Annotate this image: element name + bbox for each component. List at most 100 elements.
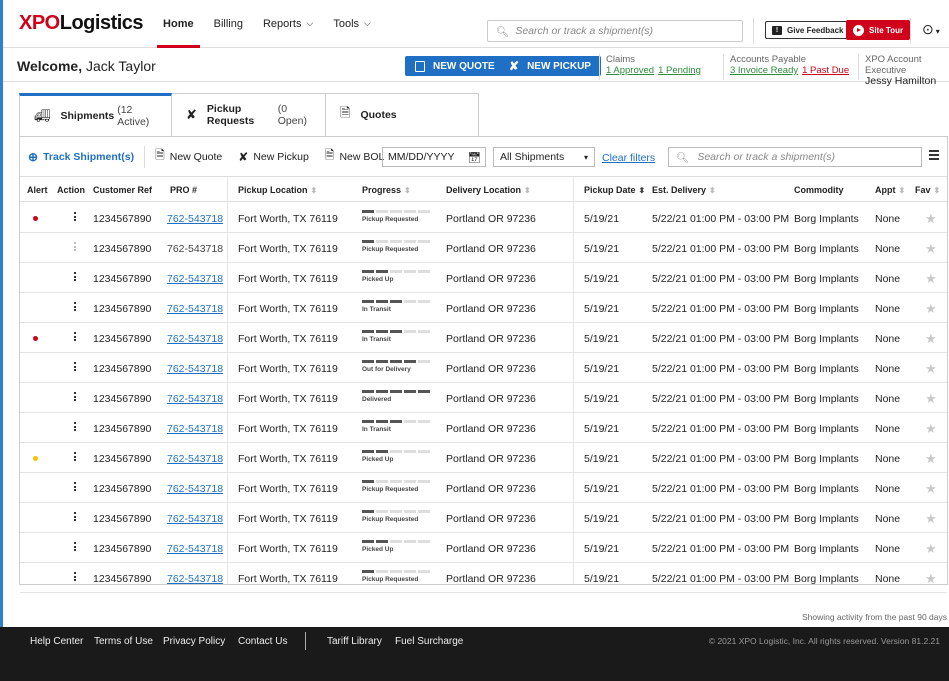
menu-icon[interactable] — [929, 150, 939, 162]
footer-fuel[interactable]: Fuel Surcharge — [395, 636, 463, 647]
footer-privacy[interactable]: Privacy Policy — [163, 636, 225, 647]
user-menu[interactable]: ⊙ ▾ — [922, 21, 940, 38]
shipments-filter-select[interactable]: All Shipments ▾ — [493, 147, 595, 167]
table-row[interactable]: 1234567890 762-543718 Fort Worth, TX 76119… — [20, 293, 947, 323]
kebab-menu-icon[interactable] — [74, 212, 77, 223]
sort-icon[interactable]: ⬍ — [709, 186, 716, 195]
favorite-star-icon[interactable]: ★ — [925, 481, 937, 497]
pro-number[interactable]: 762-543718 — [167, 453, 223, 465]
invoice-ready-link[interactable]: 3 Invoice Ready — [730, 65, 798, 76]
kebab-menu-icon[interactable] — [74, 392, 77, 403]
kebab-menu-icon[interactable] — [74, 452, 77, 463]
new-pickup-link[interactable]: ✘ New Pickup — [238, 150, 309, 164]
nav-billing[interactable]: Billing — [214, 0, 243, 48]
new-quote-button[interactable]: NEW QUOTE — [405, 56, 505, 76]
favorite-star-icon[interactable]: ★ — [925, 541, 937, 557]
kebab-menu-icon[interactable] — [74, 482, 77, 493]
favorite-star-icon[interactable]: ★ — [925, 451, 937, 467]
sort-icon[interactable]: ⬍ — [934, 186, 941, 195]
kebab-menu-icon[interactable] — [74, 542, 77, 553]
table-row[interactable]: 1234567890 762-543718 Fort Worth, TX 76119… — [20, 413, 947, 443]
table-row[interactable]: 1234567890 762-543718 Fort Worth, TX 76119… — [20, 563, 947, 593]
footer-tariff[interactable]: Tariff Library — [327, 636, 382, 647]
footer-help-center[interactable]: Help Center — [30, 636, 83, 647]
favorite-star-icon[interactable]: ★ — [925, 511, 937, 527]
new-pickup-button[interactable]: ✘ NEW PICKUP — [499, 56, 601, 76]
table-row[interactable]: 1234567890 762-543718 Fort Worth, TX 76119… — [20, 263, 947, 293]
tab-shipments[interactable]: 🚚︎ Shipments (12 Active) — [19, 93, 172, 136]
new-bol-link[interactable]: 🗎︎ New BOL — [325, 146, 385, 167]
table-row[interactable]: 1234567890 762-543718 Fort Worth, TX 76119… — [20, 533, 947, 563]
claims-approved-link[interactable]: 1 Approved — [606, 65, 654, 76]
pro-number[interactable]: 762-543718 — [167, 573, 223, 585]
kebab-menu-icon[interactable] — [74, 242, 77, 253]
favorite-star-icon[interactable]: ★ — [925, 301, 937, 317]
pro-number[interactable]: 762-543718 — [167, 513, 223, 525]
favorite-star-icon[interactable]: ★ — [925, 331, 937, 347]
col-progress[interactable]: Progress ⬍ — [362, 185, 411, 195]
new-quote-link[interactable]: 🗎︎ New Quote — [155, 146, 222, 167]
table-row[interactable]: 1234567890 762-543718 Fort Worth, TX 76119… — [20, 353, 947, 383]
favorite-star-icon[interactable]: ★ — [925, 571, 937, 587]
table-row[interactable]: 1234567890 762-543718 Fort Worth, TX 76119… — [20, 473, 947, 503]
kebab-menu-icon[interactable] — [74, 302, 77, 313]
favorite-star-icon[interactable]: ★ — [925, 271, 937, 287]
col-delivery-location[interactable]: Delivery Location ⬍ — [446, 185, 531, 195]
favorite-star-icon[interactable]: ★ — [925, 241, 937, 257]
claims-pending-link[interactable]: 1 Pending — [658, 65, 701, 76]
past-due-link[interactable]: 1 Past Due — [802, 65, 849, 76]
table-search-input[interactable]: 🔍︎ Search or track a shipment(s) — [668, 147, 922, 167]
calendar-icon[interactable]: 📅︎ — [468, 151, 481, 164]
footer-contact[interactable]: Contact Us — [238, 636, 287, 647]
col-est-delivery[interactable]: Est. Delivery ⬍ — [652, 185, 716, 195]
kebab-menu-icon[interactable] — [74, 422, 77, 433]
table-row[interactable]: 1234567890 762-543718 Fort Worth, TX 76119… — [20, 233, 947, 263]
pro-number[interactable]: 762-543718 — [167, 393, 223, 405]
pro-number[interactable]: 762-543718 — [167, 423, 223, 435]
tab-pickup-requests[interactable]: ✘ Pickup Requests (0 Open) — [172, 93, 326, 136]
table-row[interactable]: 1234567890 762-543718 Fort Worth, TX 76119… — [20, 323, 947, 353]
pro-number[interactable]: 762-543718 — [167, 333, 223, 345]
pro-number[interactable]: 762-543718 — [167, 273, 223, 285]
site-tour-button[interactable]: Site Tour — [846, 20, 911, 40]
sort-asc-icon[interactable]: ⬍ — [639, 186, 646, 195]
clear-filters-link[interactable]: Clear filters — [602, 152, 655, 164]
date-input[interactable]: MM/DD/YYYY 📅︎ — [382, 147, 486, 167]
sort-icon[interactable]: ⬍ — [311, 186, 318, 195]
favorite-star-icon[interactable]: ★ — [925, 391, 937, 407]
table-row[interactable]: 1234567890 762-543718 Fort Worth, TX 76119… — [20, 203, 947, 233]
nav-tools[interactable]: Tools ⌵ — [333, 0, 371, 48]
top-search-input[interactable]: 🔍︎ Search or track a shipment(s) — [487, 20, 743, 42]
kebab-menu-icon[interactable] — [74, 512, 77, 523]
table-row[interactable]: 1234567890 762-543718 Fort Worth, TX 76119… — [20, 443, 947, 473]
xpo-logo[interactable]: XPOLogistics — [19, 12, 144, 35]
footer-terms[interactable]: Terms of Use — [94, 636, 153, 647]
pro-number[interactable]: 762-543718 — [167, 543, 223, 555]
pro-number[interactable]: 762-543718 — [167, 213, 223, 225]
pro-number[interactable]: 762-543718 — [167, 363, 223, 375]
sort-icon[interactable]: ⬍ — [524, 186, 531, 195]
pro-number[interactable]: 762-543718 — [167, 303, 223, 315]
nav-reports[interactable]: Reports ⌵ — [263, 0, 313, 48]
col-fav[interactable]: Fav ⬍ — [915, 185, 940, 195]
chevron-down-icon: ▾ — [583, 152, 588, 162]
track-shipments-button[interactable]: ⊕ Track Shipment(s) — [28, 150, 134, 164]
col-pickup-location[interactable]: Pickup Location ⬍ — [238, 185, 317, 195]
kebab-menu-icon[interactable] — [74, 362, 77, 373]
favorite-star-icon[interactable]: ★ — [925, 211, 937, 227]
give-feedback-button[interactable]: ! Give Feedback — [765, 21, 851, 39]
tab-quotes[interactable]: 🗎︎ Quotes — [326, 93, 479, 136]
kebab-menu-icon[interactable] — [74, 272, 77, 283]
kebab-menu-icon[interactable] — [74, 572, 77, 583]
sort-icon[interactable]: ⬍ — [899, 186, 906, 195]
pro-number[interactable]: 762-543718 — [167, 483, 223, 495]
favorite-star-icon[interactable]: ★ — [925, 421, 937, 437]
nav-home[interactable]: Home — [157, 0, 200, 48]
kebab-menu-icon[interactable] — [74, 332, 77, 343]
table-row[interactable]: 1234567890 762-543718 Fort Worth, TX 76119… — [20, 383, 947, 413]
col-pickup-date[interactable]: Pickup Date ⬍ — [584, 185, 645, 195]
col-appt[interactable]: Appt ⬍ — [875, 185, 905, 195]
sort-icon[interactable]: ⬍ — [404, 186, 411, 195]
table-row[interactable]: 1234567890 762-543718 Fort Worth, TX 76119… — [20, 503, 947, 533]
favorite-star-icon[interactable]: ★ — [925, 361, 937, 377]
